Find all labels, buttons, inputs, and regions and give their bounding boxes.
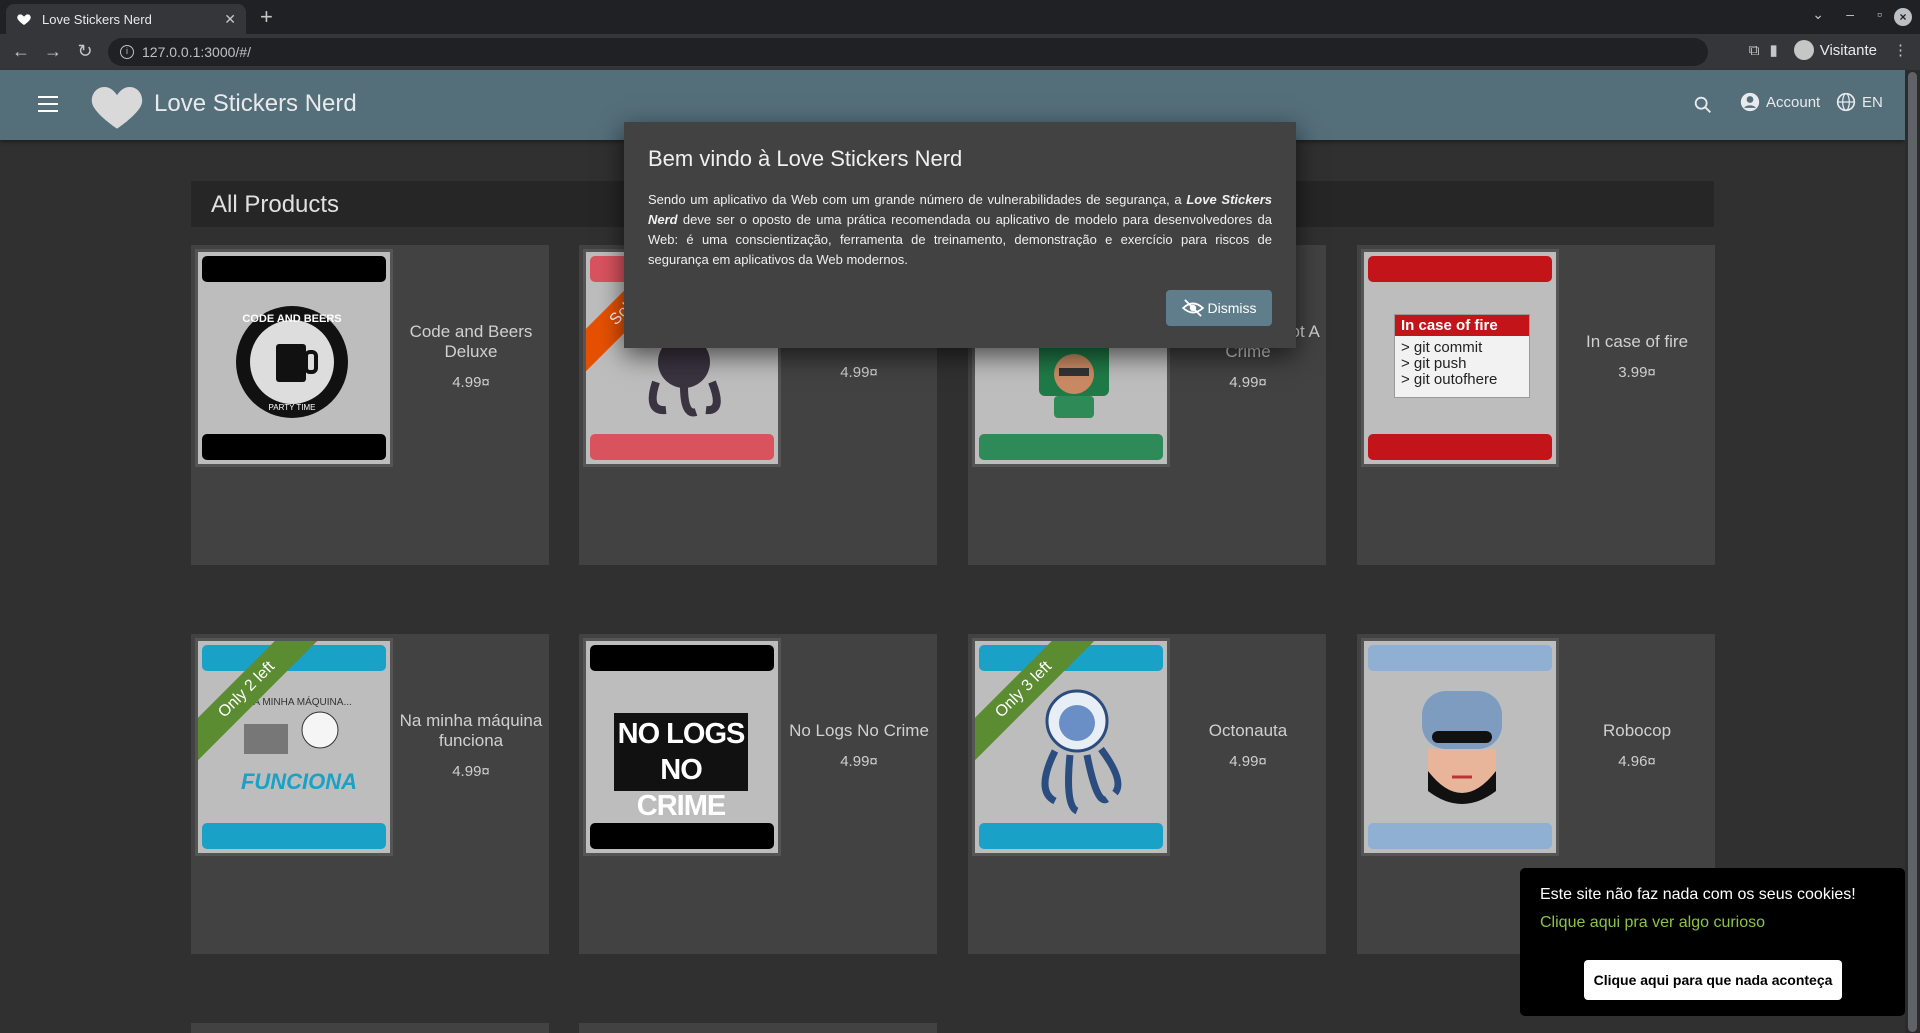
- window-close-icon[interactable]: ×: [1894, 8, 1912, 26]
- forward-icon[interactable]: →: [42, 40, 64, 62]
- cookie-link[interactable]: Clique aqui pra ver algo curioso: [1540, 914, 1885, 932]
- product-info: Code and Beers Deluxe 4.99¤: [393, 245, 549, 467]
- toolbar-right: ⧉ ▮ Visitante ⋮: [1749, 38, 1908, 62]
- heart-icon: [17, 14, 31, 25]
- product-price: 4.99¤: [1229, 373, 1267, 391]
- url-text: 127.0.0.1:3000/#/: [142, 44, 251, 60]
- product-name: Na minha máquina funciona: [399, 710, 543, 750]
- account-label: Account: [1766, 93, 1821, 111]
- profile-name: Visitante: [1819, 41, 1877, 59]
- sticker-text: FUNCIONA: [240, 769, 358, 794]
- welcome-dialog: Bem vindo à Love Stickers Nerd Sendo um …: [624, 122, 1296, 348]
- product-info: No Logs No Crime 4.99¤: [781, 634, 937, 856]
- product-image[interactable]: NO LOGS NO CRIME: [583, 638, 781, 856]
- reload-icon[interactable]: ↻: [74, 40, 96, 62]
- translate-icon[interactable]: ⧉: [1749, 42, 1760, 59]
- sticker-text: > git push: [1401, 355, 1467, 372]
- account-circle-icon: [1740, 92, 1760, 112]
- product-name: Code and Beers Deluxe: [409, 321, 533, 361]
- encryption-sticker: [1039, 336, 1109, 418]
- tab-search-icon[interactable]: ⌄: [1812, 6, 1824, 23]
- funciona-sticker: NA MINHA MÁQUINA... FUNCIONA: [224, 697, 374, 807]
- profile-avatar-icon: [1793, 40, 1814, 60]
- product-name: Robocop: [1602, 720, 1672, 740]
- globe-icon: [1836, 92, 1856, 112]
- address-bar[interactable]: i 127.0.0.1:3000/#/: [108, 38, 1708, 66]
- account-button[interactable]: Account: [1740, 92, 1820, 112]
- product-info: Na minha máquina funciona 4.99¤: [393, 634, 549, 856]
- cookie-banner: Este site não faz nada com os seus cooki…: [1520, 868, 1905, 1016]
- sticker-text: CODE AND BEERS: [242, 313, 341, 325]
- product-price: 3.99¤: [1618, 363, 1656, 381]
- product-image[interactable]: NA MINHA MÁQUINA... FUNCIONA Only 2 left: [195, 638, 393, 856]
- cookie-message: Este site não faz nada com os seus cooki…: [1540, 886, 1856, 903]
- sidepanel-icon[interactable]: ▮: [1769, 41, 1777, 59]
- no-logs-sticker: NO LOGS NO CRIME: [614, 713, 748, 822]
- product-price: 4.99¤: [452, 373, 490, 391]
- menu-kebab-icon[interactable]: ⋮: [1893, 41, 1908, 59]
- search-icon[interactable]: [1692, 94, 1714, 116]
- product-image[interactable]: [1361, 638, 1559, 856]
- product-price: 4.99¤: [452, 762, 490, 780]
- language-button[interactable]: EN: [1836, 92, 1883, 112]
- dialog-text: Sendo um aplicativo da Web com um grande…: [648, 192, 1187, 207]
- product-card[interactable]: NA MINHA MÁQUINA... FUNCIONA Only 2 left…: [191, 634, 549, 954]
- product-card[interactable]: CODE AND BEERS PARTY TIME Code and Beers…: [191, 245, 549, 565]
- sticker-text: NO LOGS: [617, 718, 746, 750]
- product-card[interactable]: In case of fire > git commit > git push …: [1357, 245, 1715, 565]
- laptop-icon: [244, 711, 339, 754]
- site-info-icon[interactable]: i: [120, 45, 134, 59]
- dialog-title: Bem vindo à Love Stickers Nerd: [648, 146, 963, 171]
- tab-title: Love Stickers Nerd: [42, 11, 152, 27]
- tab-close-icon[interactable]: ✕: [224, 11, 236, 28]
- browser-toolbar: ← → ↻ i 127.0.0.1:3000/#/ ⧉ ▮ Visitante …: [0, 34, 1920, 70]
- scrollbar-thumb[interactable]: [1908, 72, 1917, 1032]
- product-image[interactable]: CODE AND BEERS PARTY TIME: [195, 249, 393, 467]
- new-tab-icon[interactable]: +: [260, 4, 273, 30]
- dialog-text: deve ser o oposto de uma prática recomen…: [648, 212, 1272, 267]
- product-card[interactable]: [579, 1023, 937, 1033]
- sidenav-menu-icon[interactable]: [38, 96, 58, 112]
- product-price: 4.99¤: [1229, 752, 1267, 770]
- dismiss-label: Dismiss: [1207, 300, 1257, 316]
- product-info: In case of fire 3.99¤: [1559, 245, 1715, 467]
- language-label: EN: [1862, 93, 1883, 111]
- fire-sticker: In case of fire > git commit > git push …: [1394, 314, 1530, 398]
- sticker-text: PARTY TIME: [269, 403, 316, 412]
- product-image[interactable]: In case of fire > git commit > git push …: [1361, 249, 1559, 467]
- product-name: No Logs No Crime: [789, 720, 929, 740]
- sticker-text: NO CRIME: [636, 754, 726, 822]
- minimize-icon[interactable]: –: [1846, 6, 1854, 22]
- app-title[interactable]: Love Stickers Nerd: [154, 90, 357, 118]
- dialog-body: Sendo um aplicativo da Web com um grande…: [648, 190, 1272, 270]
- product-name: In case of fire: [1585, 331, 1689, 351]
- heart-logo-icon[interactable]: [90, 80, 144, 130]
- product-price: 4.99¤: [840, 363, 878, 381]
- visibility-off-icon: [1181, 299, 1204, 317]
- dismiss-button[interactable]: Dismiss: [1166, 290, 1272, 326]
- product-info: Robocop 4.96¤: [1559, 634, 1715, 856]
- page-scrollbar[interactable]: [1905, 70, 1920, 1033]
- product-price: 4.96¤: [1618, 752, 1656, 770]
- sticker-text: In case of fire: [1395, 315, 1529, 336]
- product-price: 4.99¤: [840, 752, 878, 770]
- sticker-text: > git commit: [1401, 339, 1483, 356]
- code-and-beers-sticker: CODE AND BEERS PARTY TIME: [236, 306, 348, 418]
- robocop-sticker: [1422, 691, 1502, 804]
- maximize-icon[interactable]: ▫: [1877, 6, 1882, 22]
- product-info: Octonauta 4.99¤: [1170, 634, 1326, 856]
- product-card[interactable]: [191, 1023, 549, 1033]
- back-icon[interactable]: ←: [10, 40, 32, 62]
- browser-tab[interactable]: Love Stickers Nerd ✕: [6, 4, 246, 34]
- product-card[interactable]: NO LOGS NO CRIME No Logs No Crime 4.99¤: [579, 634, 937, 954]
- product-image[interactable]: Only 3 left: [972, 638, 1170, 856]
- product-name: Octonauta: [1208, 720, 1288, 740]
- sticker-text: > git outofhere: [1401, 371, 1498, 388]
- profile-button[interactable]: Visitante: [1787, 38, 1883, 62]
- cookie-accept-button[interactable]: Clique aqui para que nada aconteça: [1584, 960, 1842, 1000]
- browser-tabbar: Love Stickers Nerd ✕ + ⌄ – ▫ ×: [0, 0, 1920, 34]
- product-card[interactable]: Only 3 left Octonauta 4.99¤: [968, 634, 1326, 954]
